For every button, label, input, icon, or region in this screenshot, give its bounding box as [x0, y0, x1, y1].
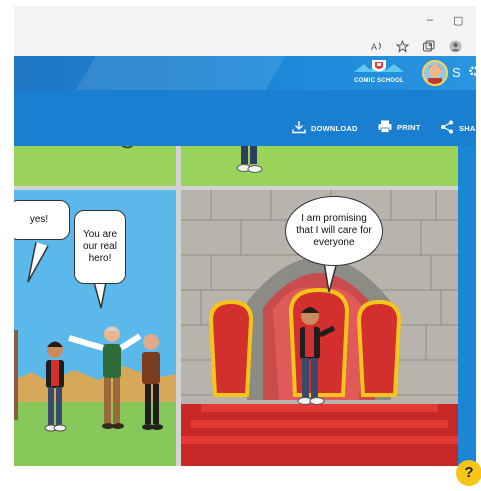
- user-avatar[interactable]: [422, 60, 448, 86]
- svg-text:A: A: [371, 42, 377, 52]
- site-header: COMIC SCHOOL S: [14, 56, 476, 90]
- comic-panel-4[interactable]: I am promising that I will care for ever…: [181, 190, 458, 466]
- comic-panel-3[interactable]: yes! You are our real hero!: [14, 190, 176, 466]
- header-decoration: [66, 56, 292, 90]
- comic-school-logo[interactable]: COMIC SCHOOL: [348, 58, 410, 88]
- profile-icon[interactable]: [448, 39, 462, 53]
- favorites-icon[interactable]: [395, 39, 409, 53]
- collections-icon[interactable]: [421, 39, 435, 53]
- speech-bubble-left[interactable]: yes!: [14, 200, 70, 240]
- print-button[interactable]: PRINT: [378, 120, 421, 135]
- page-bottom: [14, 466, 476, 491]
- right-side-bar: [458, 146, 476, 466]
- browser-chrome: – ▢ A: [14, 6, 476, 56]
- download-label: DOWNLOAD: [311, 123, 358, 133]
- download-button[interactable]: DOWNLOAD: [292, 120, 358, 136]
- comic-toolbar: DOWNLOAD PRINT SHA: [14, 90, 476, 146]
- help-button[interactable]: ?: [456, 460, 481, 486]
- user-initial[interactable]: S: [452, 65, 461, 80]
- maximize-button[interactable]: ▢: [453, 14, 463, 27]
- minimize-button[interactable]: –: [427, 14, 433, 26]
- speech-bubble-right[interactable]: You are our real hero!: [74, 210, 126, 284]
- download-icon: [292, 120, 306, 136]
- print-label: PRINT: [397, 123, 421, 132]
- comic-panel-1[interactable]: [14, 146, 176, 186]
- gear-icon[interactable]: [468, 65, 476, 80]
- share-icon: [440, 120, 454, 136]
- share-label: SHA: [459, 123, 476, 133]
- comic-panel-2[interactable]: [181, 146, 458, 186]
- comic-strip: yes! You are our real hero! I am promisi…: [14, 146, 458, 466]
- share-button[interactable]: SHA: [440, 120, 475, 136]
- logo-text: COMIC SCHOOL: [354, 78, 404, 84]
- printer-icon: [378, 120, 392, 135]
- read-aloud-icon[interactable]: A: [370, 39, 384, 53]
- speech-bubble-center[interactable]: I am promising that I will care for ever…: [285, 196, 383, 266]
